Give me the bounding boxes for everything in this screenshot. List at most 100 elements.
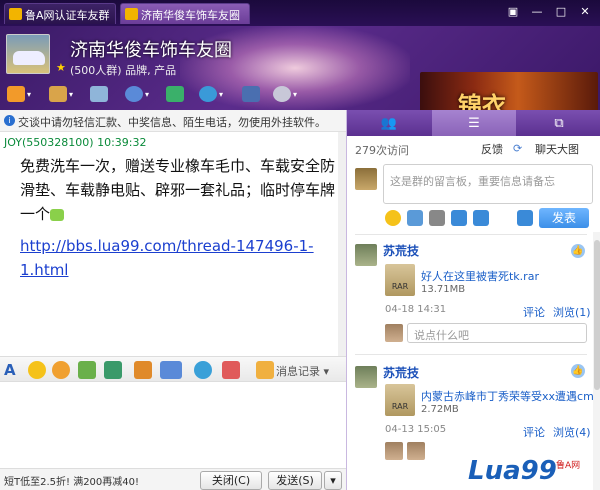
avatar <box>355 366 377 388</box>
group-icon <box>9 8 22 20</box>
post-date: 04-13 15:05 <box>385 424 447 435</box>
comment-link[interactable]: 评论 <box>523 304 545 320</box>
group-avatar[interactable] <box>6 34 50 74</box>
bottom-bar: 短T低至2.5折! 满200再减40! 关闭(C) 发送(S) ▾ <box>0 468 346 490</box>
file-size: 13.71MB <box>421 284 466 295</box>
tab-lua-group[interactable]: 鲁A网认证车友群 <box>4 3 116 24</box>
car-icon <box>13 51 45 65</box>
board-post-input[interactable]: 这是群的留言板，重要信息请备忘 <box>383 164 593 204</box>
send-button[interactable]: 发送(S) <box>268 471 322 490</box>
file-name[interactable]: 好人在这里被害死tk.rar <box>421 268 539 284</box>
emoji-icon[interactable] <box>385 210 401 226</box>
rar-file-icon[interactable]: RAR <box>385 384 415 416</box>
divider <box>355 234 587 235</box>
compose-toolbar: A 消息记录 ▾ <box>0 356 346 382</box>
members-button[interactable] <box>236 82 266 106</box>
message-link[interactable]: http://bbs.lua99.com/thread-147496-1-1.h… <box>20 234 342 282</box>
list-icon: ☰ <box>468 115 480 131</box>
message-history-link[interactable]: 消息记录 ▾ <box>276 363 329 379</box>
font-icon[interactable]: A <box>4 361 22 379</box>
message-text: 免费洗车一次，赠送专业橡车毛巾、车载安全防滑垫、车载静电贴、辟邪一套礼品；临时停… <box>20 154 340 226</box>
post-button[interactable]: 发表 <box>539 208 589 228</box>
gear-icon <box>272 86 291 102</box>
message-input[interactable] <box>0 382 346 468</box>
mic-icon <box>124 86 143 102</box>
voice-button[interactable]: ▾ <box>122 82 152 106</box>
settings-button[interactable]: ▾ <box>270 82 300 106</box>
history-icon[interactable] <box>256 361 274 379</box>
promo-text[interactable]: 短T低至2.5折! 满200再减40! <box>4 473 139 488</box>
chat-map-link[interactable]: 聊天大图 <box>535 141 579 157</box>
divider <box>355 354 587 355</box>
album-button[interactable] <box>84 82 114 106</box>
chat-history[interactable]: JOY(550328100) 10:39:32 免费洗车一次，赠送专业橡车毛巾、… <box>0 132 346 356</box>
ad-text: 锦衣 <box>458 91 506 110</box>
avatar <box>355 168 377 190</box>
animated-emoji-icon[interactable] <box>52 361 70 379</box>
chat-scrollbar[interactable] <box>338 132 346 356</box>
watermark-logo: Lua99 <box>468 456 557 486</box>
red-packet-icon[interactable] <box>222 361 240 379</box>
video-icon <box>198 86 217 102</box>
sidebar-scroll-thumb[interactable] <box>594 240 600 390</box>
group-title[interactable]: 济南华俊车饰车友圈 <box>70 36 232 62</box>
info-icon: i <box>4 115 15 126</box>
like-icon[interactable]: 👍 <box>571 244 585 258</box>
comment-input[interactable]: 说点什么吧 <box>407 323 587 343</box>
group-sidebar: 👥 ☰ ⧉ 279次访问 反馈 ⟳ 聊天大图 这是群的留言板，重要信息请备忘 发… <box>346 110 600 490</box>
music-icon[interactable] <box>134 361 152 379</box>
close-button[interactable]: 关闭(C) <box>200 471 262 490</box>
menu-button[interactable]: ▣ <box>502 3 524 21</box>
visit-count: 279次访问 <box>355 144 409 157</box>
megaphone-icon[interactable] <box>517 210 533 226</box>
photo-icon <box>90 86 108 102</box>
group-icon <box>125 8 138 20</box>
app-button[interactable] <box>160 82 190 106</box>
avatar <box>385 442 403 460</box>
window-tab[interactable]: ⧉ <box>517 110 600 136</box>
post-author[interactable]: 苏荒技 <box>383 242 419 259</box>
file-size: 2.72MB <box>421 404 459 415</box>
file-icon[interactable] <box>473 210 489 226</box>
group-toolbar: ▾ ▾ ▾ ▾ ▾ <box>0 80 420 110</box>
rar-file-icon[interactable]: RAR <box>385 264 415 296</box>
avatar <box>407 442 425 460</box>
message-sender: JOY(550328100) 10:39:32 <box>4 136 147 149</box>
app-icon <box>166 86 184 102</box>
emoji-icon[interactable] <box>28 361 46 379</box>
like-icon[interactable]: 👍 <box>571 364 585 378</box>
star-icon: ★ <box>56 61 66 74</box>
members-icon: 👥 <box>380 115 398 131</box>
folder-icon <box>48 86 67 102</box>
video-icon[interactable] <box>451 210 467 226</box>
board-tab[interactable]: ☰ <box>432 110 516 136</box>
notice-text: 交谈中请勿轻信汇款、中奖信息、陌生电话，勿使用外挂软件。 <box>18 116 326 129</box>
tab-label: 济南华俊车饰车友圈 <box>141 9 240 22</box>
close-window-button[interactable]: ✕ <box>574 3 596 21</box>
screenshot-icon[interactable] <box>160 361 182 379</box>
home-button[interactable]: ▾ <box>4 82 34 106</box>
send-options-button[interactable]: ▾ <box>324 471 342 490</box>
video-button[interactable]: ▾ <box>196 82 226 106</box>
scissors-icon[interactable] <box>429 210 445 226</box>
sidebar-tabs: 👥 ☰ ⧉ <box>347 110 600 136</box>
avatar <box>355 244 377 266</box>
file-name[interactable]: 内蒙古赤峰市丁秀荣等受xx遭遇cm <box>421 388 594 404</box>
ad-banner[interactable]: 锦衣 <box>420 72 598 110</box>
members-tab[interactable]: 👥 <box>347 110 431 136</box>
refresh-icon[interactable]: ⟳ <box>513 142 522 155</box>
tab-huajun-group[interactable]: 济南华俊车饰车友圈 <box>120 3 250 24</box>
feedback-link[interactable]: 反馈 <box>481 141 503 157</box>
message-body: 免费洗车一次，赠送专业橡车毛巾、车载安全防滑垫、车载静电贴、辟邪一套礼品；临时停… <box>20 157 336 223</box>
maximize-button[interactable]: □ <box>550 3 572 21</box>
image-icon[interactable] <box>104 361 122 379</box>
comment-link[interactable]: 评论 <box>523 424 545 440</box>
minimize-button[interactable]: — <box>526 3 548 21</box>
post-author[interactable]: 苏荒技 <box>383 364 419 381</box>
scissors-icon[interactable] <box>78 361 96 379</box>
gift-icon[interactable] <box>194 361 212 379</box>
browse-link[interactable]: 浏览(1) <box>553 304 591 320</box>
browse-link[interactable]: 浏览(4) <box>553 424 591 440</box>
image-icon[interactable] <box>407 210 423 226</box>
share-button[interactable]: ▾ <box>46 82 76 106</box>
